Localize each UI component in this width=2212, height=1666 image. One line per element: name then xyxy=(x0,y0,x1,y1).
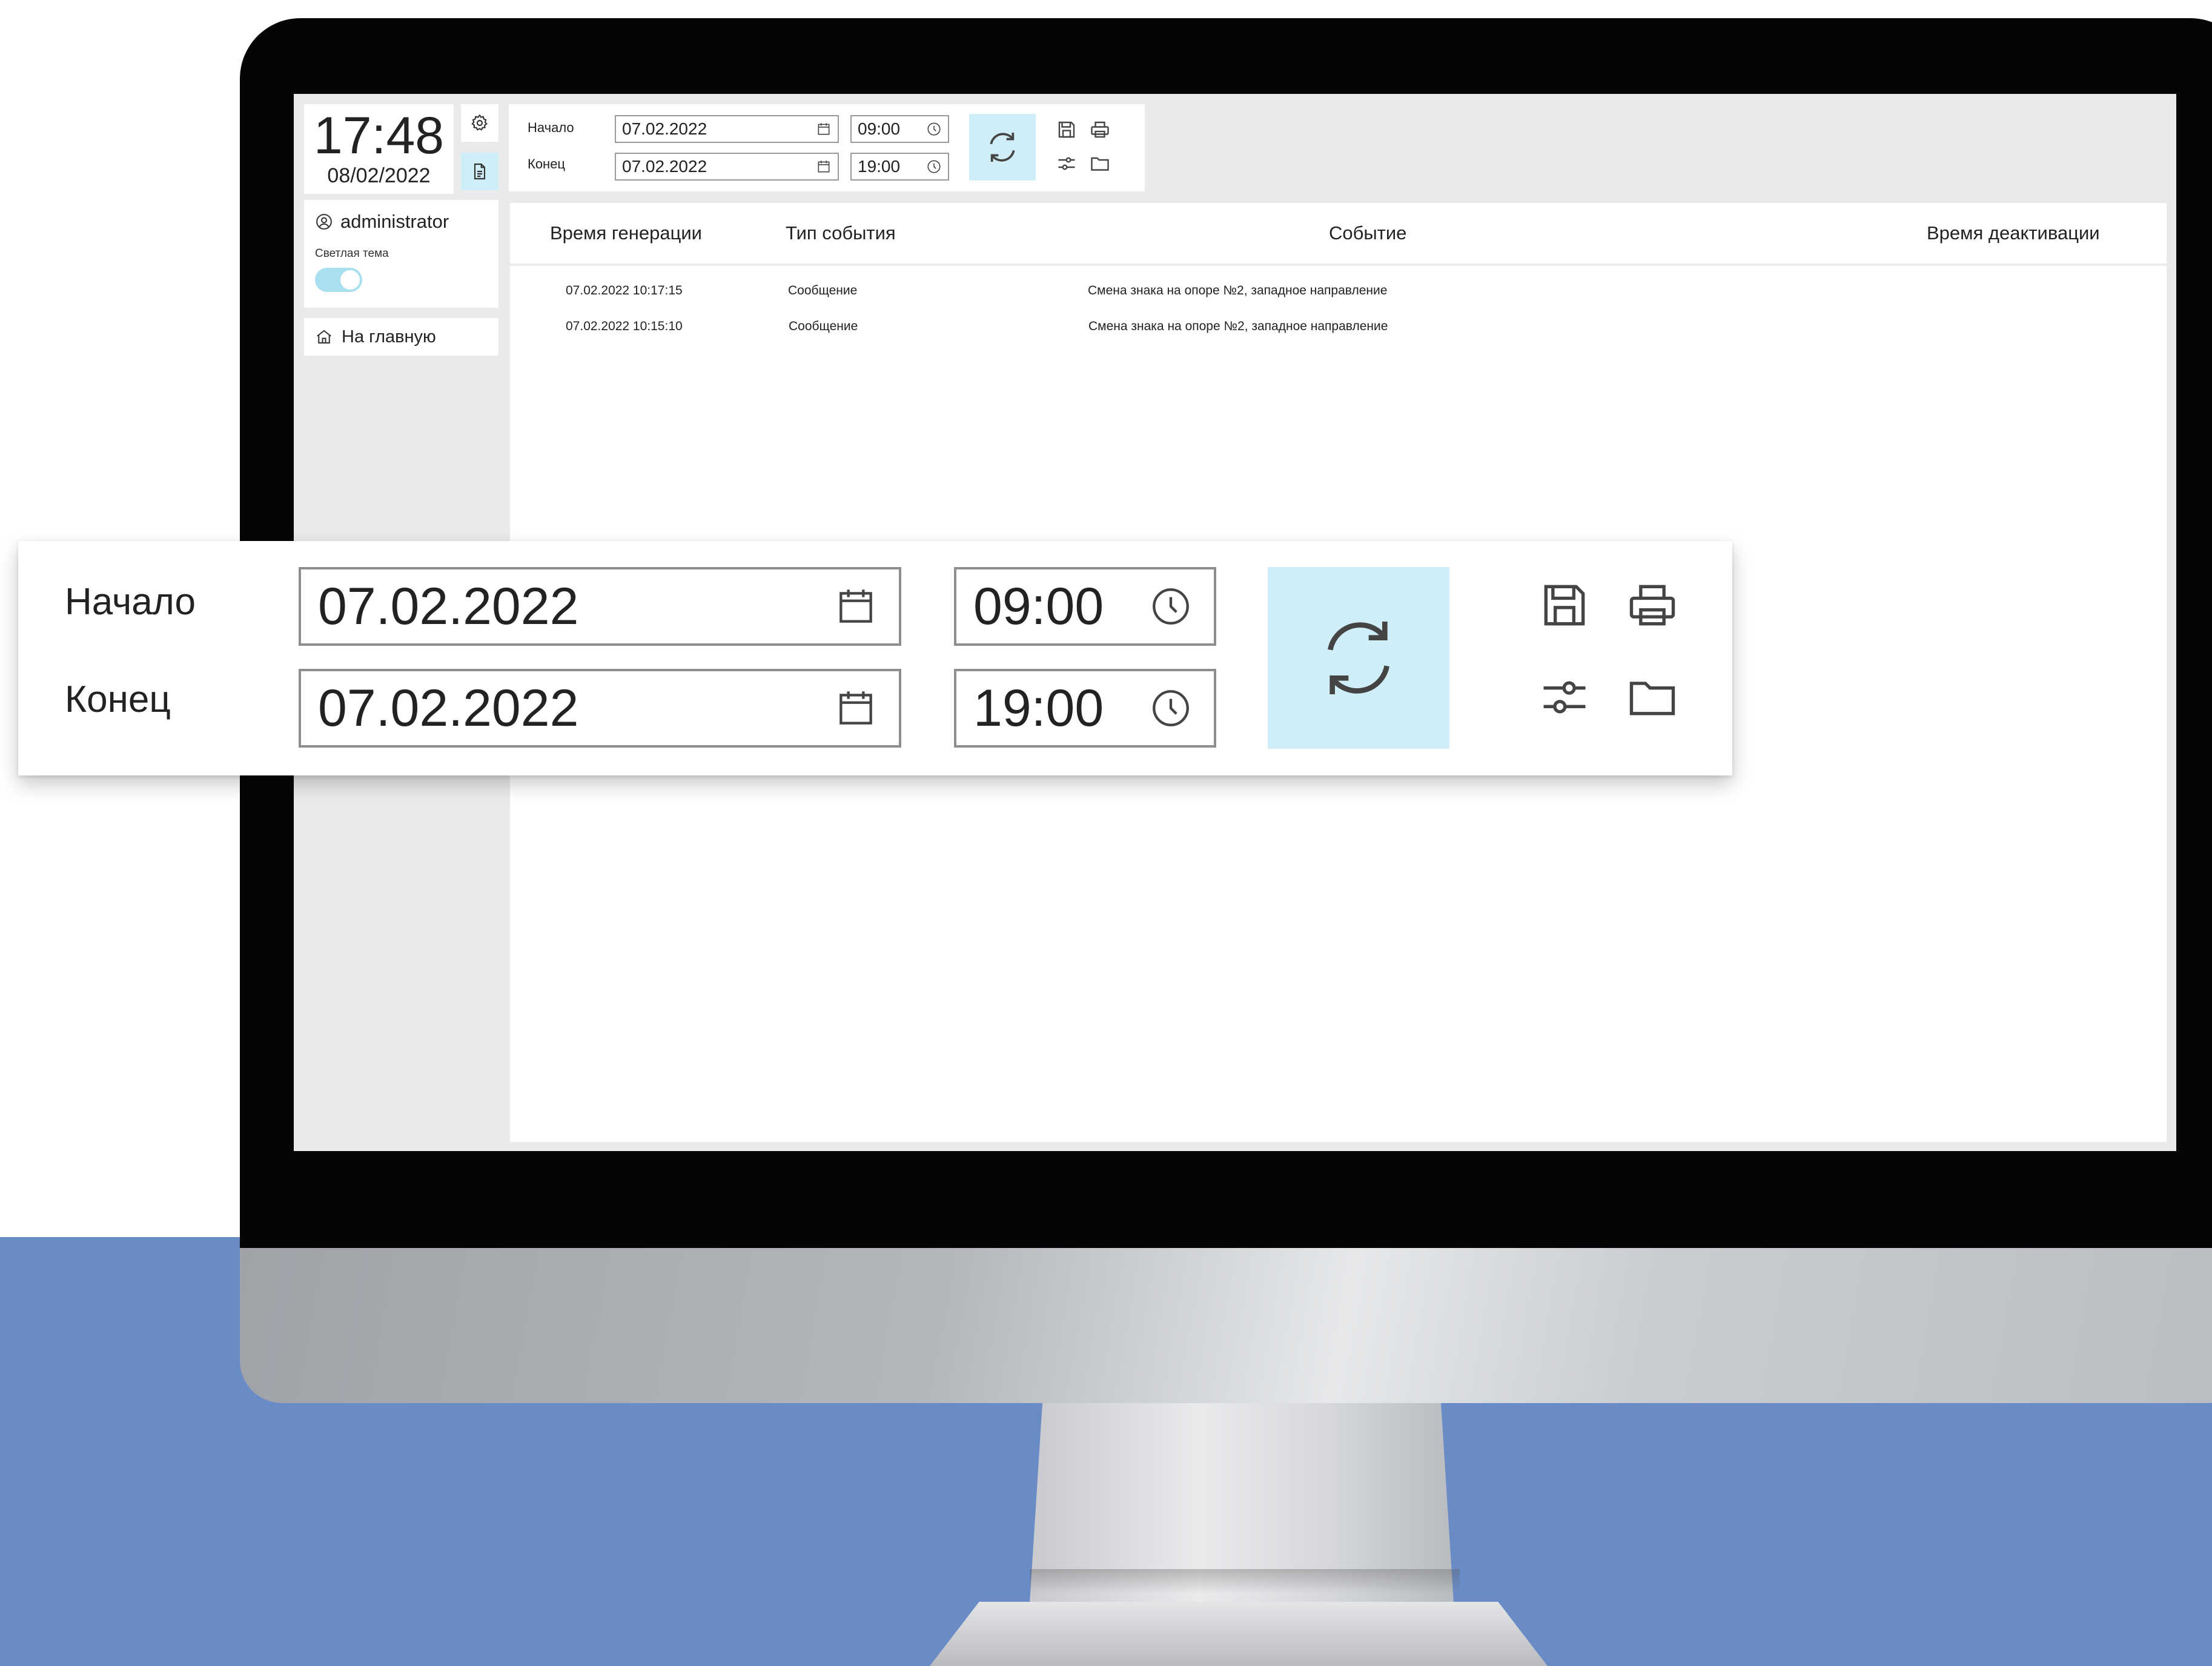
save-icon[interactable] xyxy=(1537,577,1592,633)
theme-label: Светлая тема xyxy=(315,247,389,260)
user-row: administrator xyxy=(315,211,488,233)
column-header-generation-time[interactable]: Время генерации xyxy=(550,203,702,264)
cell-event-type: Сообщение xyxy=(788,284,858,297)
column-header-event-type[interactable]: Тип события xyxy=(786,203,896,264)
user-panel: administrator Светлая тема xyxy=(304,200,498,308)
home-link[interactable]: На главную xyxy=(304,318,498,356)
sliders-icon[interactable] xyxy=(1537,669,1592,725)
refresh-icon xyxy=(1328,622,1389,694)
end-time-value-zoomed: 19:00 xyxy=(973,679,1104,737)
username: administrator xyxy=(340,211,449,232)
end-time-value: 19:00 xyxy=(858,157,901,176)
start-date-value: 07.02.2022 xyxy=(622,119,707,138)
end-label-zoomed: Конец xyxy=(65,679,171,720)
clock-date: 08/02/2022 xyxy=(327,164,431,187)
clock-icon[interactable] xyxy=(1148,584,1193,629)
monitor-foot xyxy=(930,1602,1548,1666)
start-date-value-zoomed: 07.02.2022 xyxy=(318,577,579,636)
refresh-icon xyxy=(990,133,1015,162)
zoomed-filter-toolbar: Начало Конец 07.02.2022 07.02.2022 09:00… xyxy=(18,541,1732,775)
calendar-icon[interactable] xyxy=(833,584,878,629)
end-date-input-zoomed[interactable]: 07.02.2022 xyxy=(299,669,901,748)
start-time-value-zoomed: 09:00 xyxy=(973,577,1104,636)
clock-icon[interactable] xyxy=(926,159,942,174)
folder-icon[interactable] xyxy=(1624,669,1680,725)
print-icon[interactable] xyxy=(1089,119,1111,141)
save-icon[interactable] xyxy=(1056,119,1078,141)
start-date-input-zoomed[interactable]: 07.02.2022 xyxy=(299,567,901,646)
stand-shadow xyxy=(1030,1569,1460,1593)
clock-icon[interactable] xyxy=(1148,686,1193,731)
clock-icon[interactable] xyxy=(926,121,942,137)
cell-generation-time: 07.02.2022 10:15:10 xyxy=(566,319,683,333)
theme-toggle[interactable] xyxy=(315,268,362,292)
start-time-input[interactable]: 09:00 xyxy=(850,115,949,143)
start-time-value: 09:00 xyxy=(858,119,901,138)
cell-generation-time: 07.02.2022 10:17:15 xyxy=(566,284,683,297)
settings-button[interactable] xyxy=(461,104,498,142)
start-date-input[interactable]: 07.02.2022 xyxy=(615,115,839,143)
cell-event: Смена знака на опоре №2, западное направ… xyxy=(1088,319,1388,333)
clock-widget: 17:48 08/02/2022 xyxy=(304,104,454,194)
calendar-icon[interactable] xyxy=(833,686,878,731)
filter-toolbar: Начало Конец 07.02.2022 07.02.2022 09:00… xyxy=(509,104,1145,191)
column-header-event[interactable]: Событие xyxy=(1329,203,1406,264)
end-date-input[interactable]: 07.02.2022 xyxy=(615,153,839,181)
user-circle-icon xyxy=(316,214,332,230)
home-link-label: На главную xyxy=(342,327,436,347)
gear-icon xyxy=(471,114,488,131)
home-icon xyxy=(317,330,331,343)
end-time-input[interactable]: 19:00 xyxy=(850,153,949,181)
clock-time: 17:48 xyxy=(313,107,445,165)
start-label: Начало xyxy=(528,120,574,135)
end-date-value-zoomed: 07.02.2022 xyxy=(318,679,579,737)
folder-icon[interactable] xyxy=(1089,153,1111,174)
refresh-button[interactable] xyxy=(969,114,1036,181)
refresh-button-zoomed[interactable] xyxy=(1268,567,1449,749)
calendar-icon[interactable] xyxy=(816,159,832,174)
document-icon xyxy=(474,163,486,180)
events-report-button[interactable] xyxy=(461,153,498,190)
print-icon[interactable] xyxy=(1624,577,1680,633)
calendar-icon[interactable] xyxy=(816,121,832,137)
cell-event-type: Сообщение xyxy=(789,319,858,333)
table-header-divider xyxy=(510,264,2167,266)
sliders-icon[interactable] xyxy=(1056,153,1078,174)
end-label: Конец xyxy=(528,156,566,171)
cell-event: Смена знака на опоре №2, западное направ… xyxy=(1088,284,1388,297)
start-label-zoomed: Начало xyxy=(65,581,196,623)
end-time-input-zoomed[interactable]: 19:00 xyxy=(954,669,1216,748)
end-date-value: 07.02.2022 xyxy=(622,157,707,176)
column-header-deactivation-time[interactable]: Время деактивации xyxy=(1927,203,2100,264)
start-time-input-zoomed[interactable]: 09:00 xyxy=(954,567,1216,646)
